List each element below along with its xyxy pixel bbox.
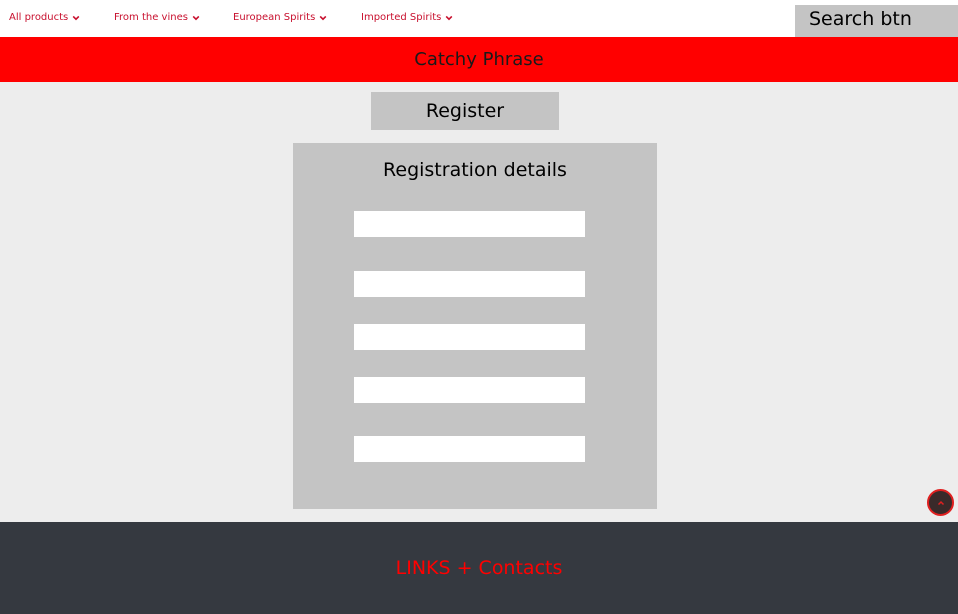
nav-european-spirits[interactable]: European Spirits	[233, 12, 327, 23]
nav-all-products-label: All products	[9, 12, 69, 23]
chevron-down-icon	[192, 15, 200, 20]
chevron-down-icon	[72, 15, 80, 20]
registration-form: Registration details	[293, 143, 657, 509]
nav-imported-spirits[interactable]: Imported Spirits	[361, 12, 453, 23]
chevron-down-icon	[319, 15, 327, 20]
nav-european-spirits-label: European Spirits	[233, 12, 316, 23]
top-navigation: All products From the vines European Spi…	[0, 0, 958, 37]
form-title: Registration details	[383, 159, 567, 181]
search-button[interactable]: Search btn	[795, 5, 958, 37]
registration-field-3[interactable]	[354, 324, 585, 350]
footer-links-contacts[interactable]: LINKS + Contacts	[396, 557, 563, 579]
registration-field-2[interactable]	[354, 271, 585, 297]
register-button[interactable]: Register	[371, 92, 559, 130]
registration-field-4[interactable]	[354, 377, 585, 403]
nav-from-the-vines-label: From the vines	[114, 12, 188, 23]
hero-banner: Catchy Phrase	[0, 37, 958, 82]
scroll-to-top-button[interactable]	[927, 489, 954, 516]
registration-field-1[interactable]	[354, 211, 585, 237]
nav-imported-spirits-label: Imported Spirits	[361, 12, 442, 23]
banner-text: Catchy Phrase	[414, 49, 544, 70]
nav-all-products[interactable]: All products	[9, 12, 80, 23]
chevron-down-icon	[446, 15, 453, 20]
nav-from-the-vines[interactable]: From the vines	[114, 12, 200, 23]
footer: LINKS + Contacts	[0, 522, 958, 614]
chevron-up-icon	[937, 500, 944, 505]
registration-field-5[interactable]	[354, 436, 585, 462]
